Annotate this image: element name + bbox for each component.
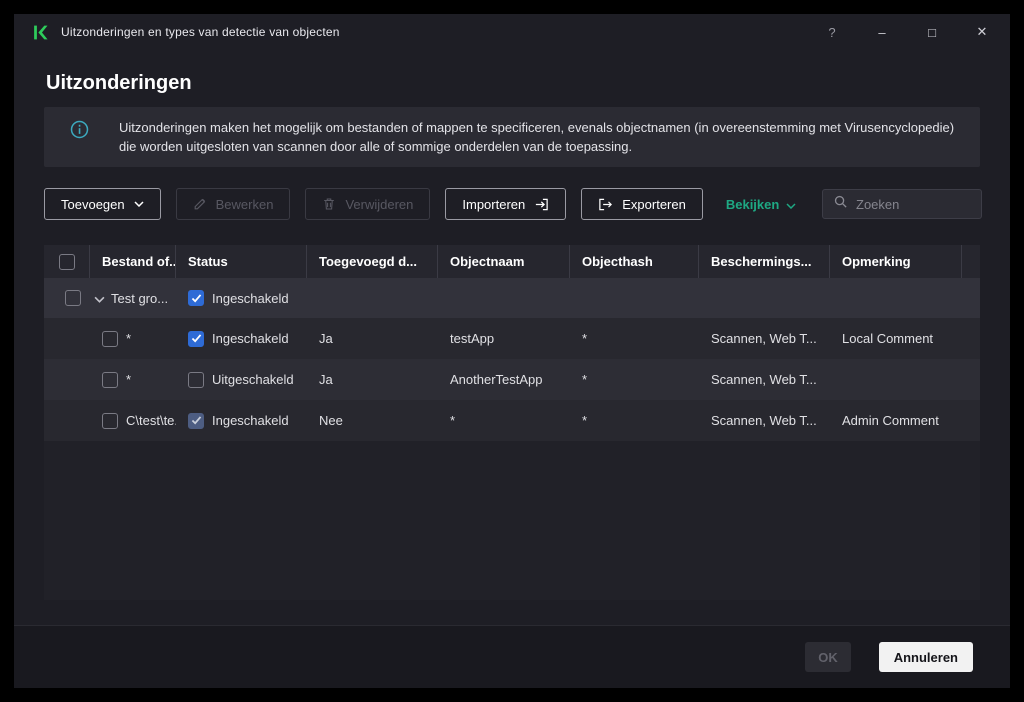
header-select-cell xyxy=(44,245,90,278)
minimize-button[interactable]: – xyxy=(874,25,890,40)
column-header-spacer xyxy=(962,245,980,278)
row-select-checkbox[interactable] xyxy=(102,372,118,388)
exclusions-table: Bestand of... Status Toegevoegd d... Obj… xyxy=(44,245,980,600)
table-header: Bestand of... Status Toegevoegd d... Obj… xyxy=(44,245,980,278)
edit-button[interactable]: Bewerken xyxy=(176,188,291,220)
search-box xyxy=(822,189,982,219)
protection-cell: Scannen, Web T... xyxy=(699,318,830,359)
status-label: Ingeschakeld xyxy=(212,291,289,306)
added-cell: Ja xyxy=(307,318,438,359)
status-label: Ingeschakeld xyxy=(212,413,289,428)
toolbar: Toevoegen Bewerken Verwijderen Importere… xyxy=(44,188,982,220)
maximize-button[interactable]: □ xyxy=(924,25,940,40)
added-cell: Nee xyxy=(307,400,438,441)
search-input[interactable] xyxy=(856,197,971,212)
added-cell: Ja xyxy=(307,359,438,400)
objecthash-cell: * xyxy=(570,359,699,400)
column-header-status[interactable]: Status xyxy=(176,245,307,278)
status-checkbox[interactable] xyxy=(188,290,204,306)
cancel-button[interactable]: Annuleren xyxy=(879,642,973,672)
ok-button[interactable]: OK xyxy=(805,642,851,672)
collapse-chevron-icon[interactable] xyxy=(94,291,105,306)
close-button[interactable]: ✕ xyxy=(974,24,990,40)
file-cell: * xyxy=(126,372,131,387)
pencil-icon xyxy=(193,197,207,211)
objecthash-cell: * xyxy=(570,400,699,441)
column-header-comment[interactable]: Opmerking xyxy=(830,245,962,278)
view-dropdown[interactable]: Bekijken xyxy=(726,197,796,212)
export-button-label: Exporteren xyxy=(622,197,686,212)
table-row[interactable]: C\test\te... Ingeschakeld Nee * * Scanne… xyxy=(44,400,980,441)
import-button[interactable]: Importeren xyxy=(445,188,566,220)
select-all-checkbox[interactable] xyxy=(59,254,75,270)
import-button-label: Importeren xyxy=(462,197,525,212)
row-select-checkbox[interactable] xyxy=(65,290,81,306)
dialog-footer: OK Annuleren xyxy=(14,625,1010,688)
status-checkbox[interactable] xyxy=(188,372,204,388)
table-empty-area xyxy=(44,441,980,600)
delete-button[interactable]: Verwijderen xyxy=(305,188,430,220)
table-row[interactable]: * Ingeschakeld Ja testApp * Scannen, Web… xyxy=(44,318,980,359)
trash-icon xyxy=(322,197,336,211)
info-text: Uitzonderingen maken het mogelijk om bes… xyxy=(119,118,960,156)
edit-button-label: Bewerken xyxy=(216,197,274,212)
table-row[interactable]: * Uitgeschakeld Ja AnotherTestApp * Scan… xyxy=(44,359,980,400)
group-name: Test gro... xyxy=(111,291,168,306)
chevron-down-icon xyxy=(134,201,144,207)
status-checkbox[interactable] xyxy=(188,331,204,347)
page-title: Uitzonderingen xyxy=(46,72,1010,95)
add-button-label: Toevoegen xyxy=(61,197,125,212)
window-controls: ? – □ ✕ xyxy=(824,24,1010,40)
objectname-cell: * xyxy=(438,400,570,441)
column-header-file[interactable]: Bestand of... xyxy=(90,245,176,278)
protection-cell: Scannen, Web T... xyxy=(699,359,830,400)
window-title: Uitzonderingen en types van detectie van… xyxy=(61,25,340,39)
status-label: Ingeschakeld xyxy=(212,331,289,346)
objecthash-cell: * xyxy=(570,318,699,359)
export-button[interactable]: Exporteren xyxy=(581,188,703,220)
protection-cell: Scannen, Web T... xyxy=(699,400,830,441)
status-label: Uitgeschakeld xyxy=(212,372,294,387)
search-icon xyxy=(833,194,848,214)
objectname-cell: testApp xyxy=(438,318,570,359)
kaspersky-logo-icon xyxy=(32,24,49,41)
add-button[interactable]: Toevoegen xyxy=(44,188,161,220)
info-icon xyxy=(70,120,89,144)
objectname-cell: AnotherTestApp xyxy=(438,359,570,400)
help-button[interactable]: ? xyxy=(824,25,840,40)
comment-cell: Admin Comment xyxy=(830,400,962,441)
file-cell: * xyxy=(126,331,131,346)
comment-cell xyxy=(830,359,962,400)
column-header-added[interactable]: Toegevoegd d... xyxy=(307,245,438,278)
column-header-objectname[interactable]: Objectnaam xyxy=(438,245,570,278)
column-header-objecthash[interactable]: Objecthash xyxy=(570,245,699,278)
file-cell: C\test\te... xyxy=(126,413,176,428)
titlebar: Uitzonderingen en types van detectie van… xyxy=(14,14,1010,50)
delete-button-label: Verwijderen xyxy=(345,197,413,212)
row-select-checkbox[interactable] xyxy=(102,331,118,347)
status-checkbox-locked xyxy=(188,413,204,429)
import-icon xyxy=(534,197,549,212)
info-banner: Uitzonderingen maken het mogelijk om bes… xyxy=(44,107,980,167)
column-header-protection[interactable]: Beschermings... xyxy=(699,245,830,278)
row-select-checkbox[interactable] xyxy=(102,413,118,429)
chevron-down-icon xyxy=(786,197,796,212)
comment-cell: Local Comment xyxy=(830,318,962,359)
table-row-group[interactable]: Test gro... Ingeschakeld xyxy=(44,278,980,318)
view-dropdown-label: Bekijken xyxy=(726,197,779,212)
export-icon xyxy=(598,197,613,212)
dialog-window: Uitzonderingen en types van detectie van… xyxy=(14,14,1010,688)
